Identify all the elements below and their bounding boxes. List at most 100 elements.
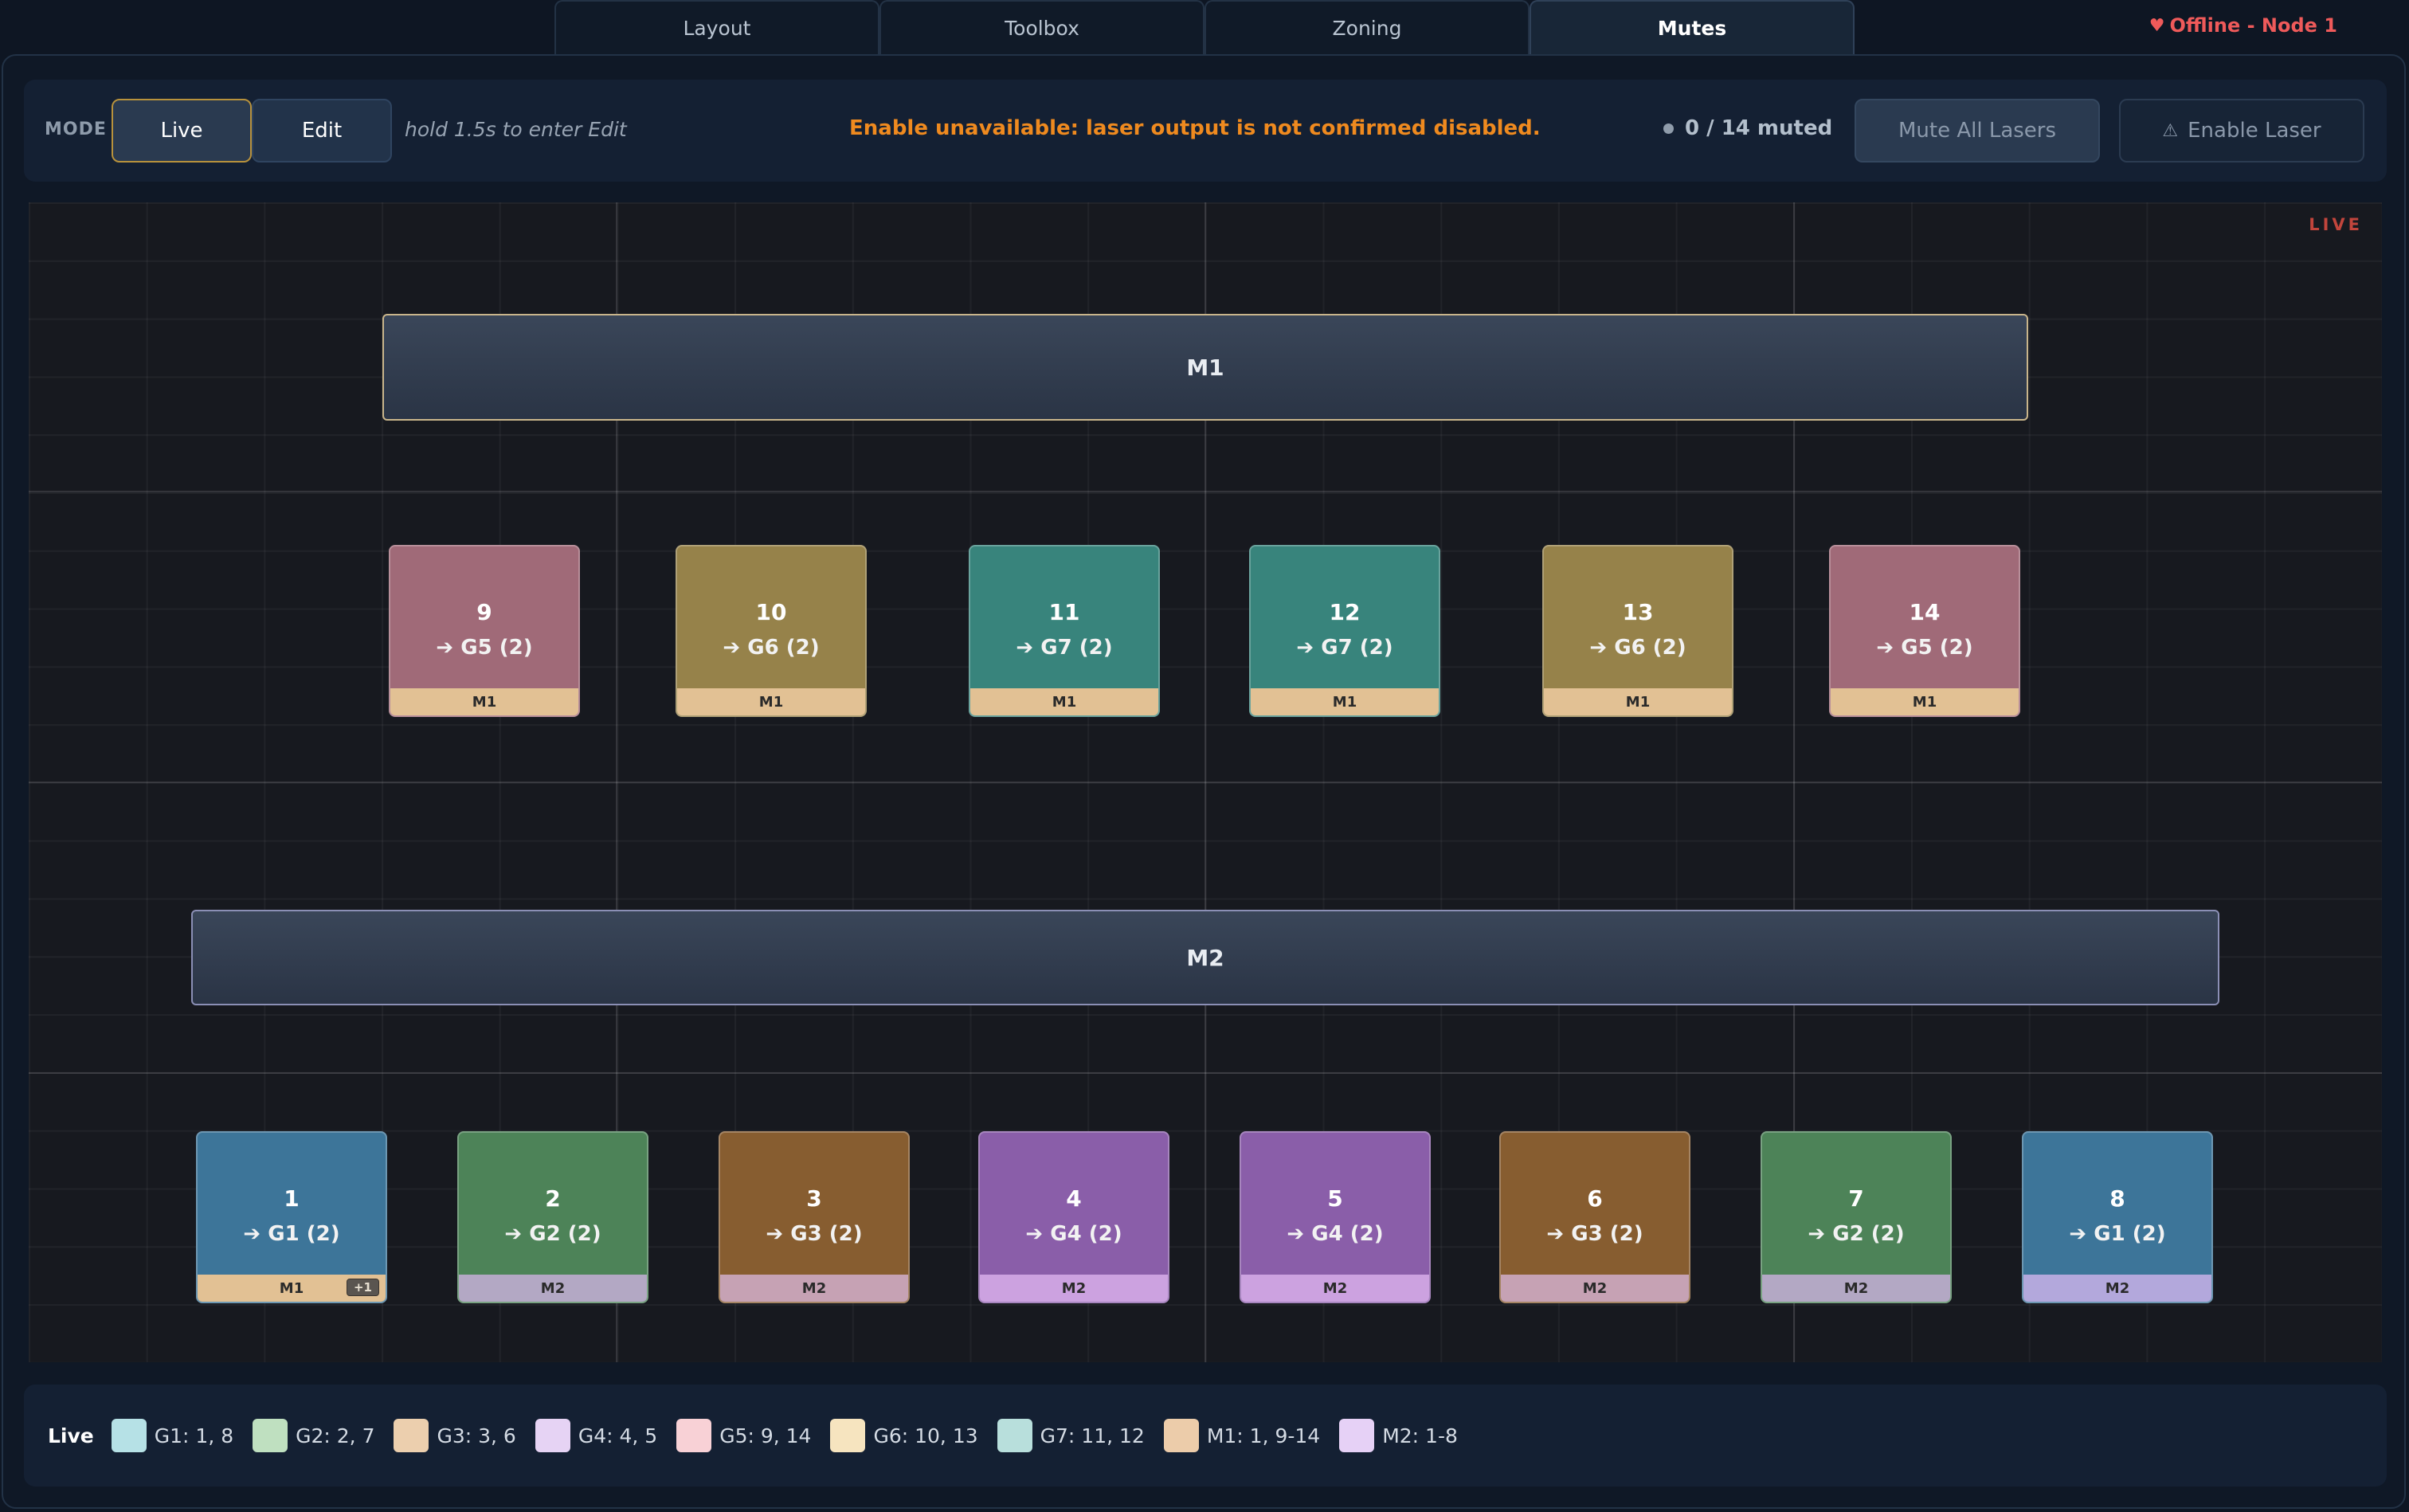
legend-item[interactable]: G3: 3, 6 [394, 1419, 516, 1452]
laser-number: 6 [1587, 1185, 1603, 1212]
laser-tile[interactable]: 10 ➔ G6 (2) M1 [676, 545, 867, 717]
laser-tile[interactable]: 2 ➔ G2 (2) M2 [457, 1131, 648, 1303]
laser-master-strip: M2 [459, 1275, 647, 1302]
legend-label: G5: 9, 14 [719, 1424, 812, 1447]
laser-number: 14 [1909, 599, 1941, 625]
laser-number: 8 [2109, 1185, 2125, 1212]
legend-item[interactable]: G4: 4, 5 [535, 1419, 657, 1452]
laser-group: ➔ G5 (2) [436, 636, 533, 660]
live-mode-button[interactable]: Live [112, 99, 252, 163]
laser-tile[interactable]: 5 ➔ G4 (2) M2 [1240, 1131, 1431, 1303]
legend-label: M2: 1-8 [1382, 1424, 1458, 1447]
laser-tile[interactable]: 13 ➔ G6 (2) M1 [1542, 545, 1733, 717]
laser-number: 2 [545, 1185, 561, 1212]
laser-tile[interactable]: 4 ➔ G4 (2) M2 [978, 1131, 1169, 1303]
laser-group: ➔ G2 (2) [504, 1222, 601, 1246]
legend-item[interactable]: G7: 11, 12 [997, 1419, 1145, 1452]
legend-item[interactable]: M1: 1, 9-14 [1163, 1419, 1321, 1452]
laser-group: ➔ G6 (2) [1589, 636, 1686, 660]
laser-number: 5 [1327, 1185, 1343, 1212]
tab-toolbox[interactable]: Toolbox [879, 0, 1204, 54]
legend-item[interactable]: M2: 1-8 [1339, 1419, 1458, 1452]
edit-hint: hold 1.5s to enter Edit [405, 118, 627, 141]
connection-status: ♥ Offline - Node 1 [2149, 14, 2337, 37]
legend-item[interactable]: G5: 9, 14 [676, 1419, 811, 1452]
enable-laser-label: Enable Laser [2188, 119, 2321, 143]
tab-mutes[interactable]: Mutes [1530, 0, 1855, 54]
laser-group: ➔ G7 (2) [1296, 636, 1393, 660]
warning-icon: ⚠ [2162, 120, 2179, 141]
laser-master-label: M1 [279, 1279, 304, 1297]
laser-group: ➔ G7 (2) [1016, 636, 1113, 660]
legend-title: Live [48, 1424, 94, 1447]
heart-icon: ♥ [2149, 15, 2165, 36]
edit-mode-button[interactable]: Edit [252, 99, 392, 163]
laser-number: 1 [284, 1185, 300, 1212]
grid-line [29, 781, 2382, 783]
legend-item[interactable]: G2: 2, 7 [253, 1419, 374, 1452]
enable-warning: Enable unavailable: laser output is not … [849, 116, 1541, 140]
laser-group: ➔ G3 (2) [1546, 1222, 1643, 1246]
laser-number: 11 [1048, 599, 1080, 625]
laser-master-strip: M2 [1241, 1275, 1429, 1302]
legend-label: G3: 3, 6 [437, 1424, 516, 1447]
mode-toolbar: MODE Live Edit hold 1.5s to enter Edit E… [24, 80, 2387, 182]
legend-label: G7: 11, 12 [1040, 1424, 1145, 1447]
laser-group: ➔ G3 (2) [766, 1222, 863, 1246]
laser-tile[interactable]: 8 ➔ G1 (2) M2 [2022, 1131, 2213, 1303]
legend-swatch [394, 1419, 429, 1452]
laser-group: ➔ G1 (2) [243, 1222, 340, 1246]
legend-swatch [535, 1419, 570, 1452]
laser-group: ➔ G4 (2) [1025, 1222, 1122, 1246]
legend-label: G2: 2, 7 [296, 1424, 375, 1447]
laser-master-strip: M2 [1762, 1275, 1950, 1302]
legend-item[interactable]: G6: 10, 13 [830, 1419, 978, 1452]
legend-swatch [111, 1419, 147, 1452]
laser-master-strip: M1 [970, 688, 1158, 715]
laser-master-strip: M2 [720, 1275, 908, 1302]
laser-tile[interactable]: 1 ➔ G1 (2) M1 +1 [196, 1131, 387, 1303]
legend-label: G4: 4, 5 [578, 1424, 658, 1447]
laser-group: ➔ G2 (2) [1808, 1222, 1905, 1246]
laser-master-strip: M2 [980, 1275, 1168, 1302]
grid-line [29, 1072, 2382, 1074]
legend-swatch [253, 1419, 288, 1452]
laser-master-strip: M1 [390, 688, 578, 715]
laser-number: 13 [1622, 599, 1654, 625]
legend-item[interactable]: G1: 1, 8 [111, 1419, 233, 1452]
laser-group: ➔ G4 (2) [1287, 1222, 1384, 1246]
tab-bar: Layout Toolbox Zoning Mutes ♥ Offline - … [0, 0, 2409, 54]
laser-master-strip: M1 [1544, 688, 1732, 715]
legend-label: M1: 1, 9-14 [1206, 1424, 1321, 1447]
laser-number: 7 [1848, 1185, 1864, 1212]
laser-tile[interactable]: 6 ➔ G3 (2) M2 [1499, 1131, 1690, 1303]
laser-tile[interactable]: 12 ➔ G7 (2) M1 [1249, 545, 1440, 717]
connection-status-label: Offline - Node 1 [2169, 14, 2337, 37]
tab-zoning[interactable]: Zoning [1204, 0, 1530, 54]
laser-group: ➔ G5 (2) [1876, 636, 1973, 660]
group-legend: Live G1: 1, 8 G2: 2, 7 G3: 3, 6 G4: 4, 5… [24, 1385, 2387, 1487]
laser-group: ➔ G1 (2) [2069, 1222, 2166, 1246]
mute-all-lasers-button[interactable]: Mute All Lasers [1855, 99, 2100, 163]
laser-tile[interactable]: 11 ➔ G7 (2) M1 [969, 545, 1160, 717]
laser-master-strip: M1 [677, 688, 865, 715]
master-m1-bar[interactable]: M1 [382, 314, 2028, 421]
laser-tile[interactable]: 7 ➔ G2 (2) M2 [1761, 1131, 1952, 1303]
laser-master-strip: M2 [1501, 1275, 1689, 1302]
mode-label: MODE [45, 119, 107, 139]
laser-tile[interactable]: 3 ➔ G3 (2) M2 [719, 1131, 910, 1303]
legend-swatch [1339, 1419, 1375, 1452]
tab-layout[interactable]: Layout [554, 0, 879, 54]
extra-master-badge: +1 [346, 1279, 379, 1296]
laser-group: ➔ G6 (2) [723, 636, 820, 660]
laser-tile[interactable]: 9 ➔ G5 (2) M1 [389, 545, 580, 717]
master-m2-bar[interactable]: M2 [191, 910, 2219, 1005]
laser-tile[interactable]: 14 ➔ G5 (2) M1 [1829, 545, 2020, 717]
laser-master-strip: M1 +1 [198, 1275, 386, 1302]
laser-number: 9 [476, 599, 492, 625]
laser-master-strip: M2 [2023, 1275, 2211, 1302]
laser-number: 10 [755, 599, 787, 625]
enable-laser-button[interactable]: ⚠ Enable Laser [2119, 99, 2364, 163]
live-indicator: LIVE [2309, 215, 2363, 234]
mute-canvas[interactable]: LIVE M1 M2 9 ➔ G5 (2) M1 10 ➔ G6 (2) M1 … [29, 202, 2382, 1362]
